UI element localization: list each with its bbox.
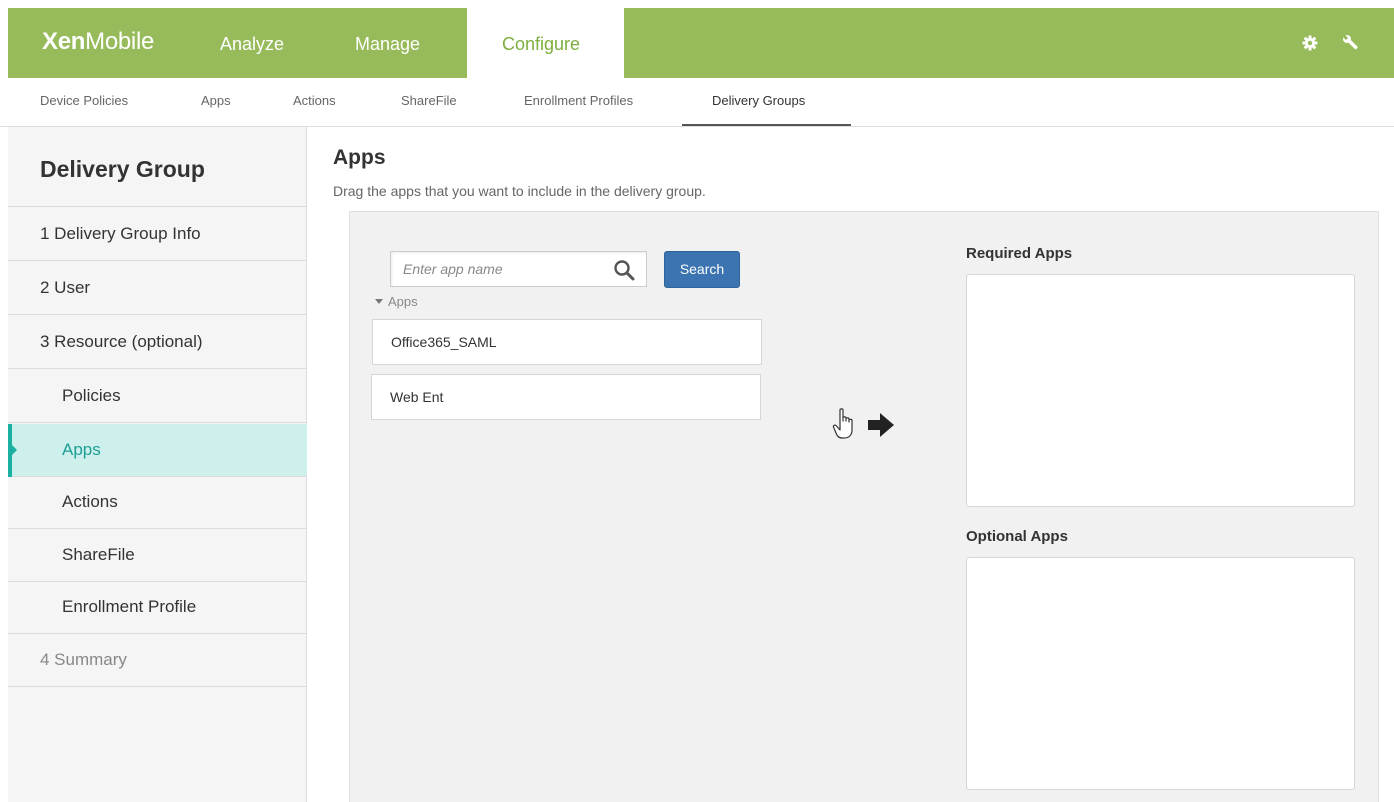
- sidebar-item-label: 1 Delivery Group Info: [40, 224, 201, 243]
- nav-configure[interactable]: Configure: [467, 8, 624, 78]
- page-subtitle: Drag the apps that you want to include i…: [333, 183, 706, 199]
- sidebar-item-label: Policies: [62, 386, 121, 405]
- nav-manage[interactable]: Manage: [355, 34, 420, 55]
- subnav-device-policies[interactable]: Device Policies: [40, 93, 128, 108]
- app-item-label: Web Ent: [390, 389, 444, 405]
- optional-apps-dropzone[interactable]: [966, 557, 1355, 790]
- page-title: Apps: [333, 146, 386, 169]
- divider: [8, 206, 307, 207]
- sidebar-item-label: ShareFile: [62, 545, 135, 564]
- active-tab-underline: [682, 124, 851, 126]
- sidebar-item-summary[interactable]: 4 Summary: [8, 634, 307, 687]
- top-bar: XenMobile Analyze Manage Configure: [8, 8, 1394, 78]
- required-apps-dropzone[interactable]: [966, 274, 1355, 507]
- sidebar-item-actions[interactable]: Actions: [8, 476, 307, 529]
- sidebar-item-label: 3 Resource (optional): [40, 332, 203, 351]
- sidebar-item-user[interactable]: 2 User: [8, 262, 307, 315]
- apps-group-label: Apps: [388, 294, 418, 309]
- sidebar-item-enrollment-profile[interactable]: Enrollment Profile: [8, 581, 307, 634]
- xenmobile-logo[interactable]: XenMobile: [42, 28, 154, 56]
- optional-apps-label: Optional Apps: [966, 528, 1068, 545]
- nav-configure-label: Configure: [502, 34, 581, 54]
- logo-bold: Xen: [42, 28, 86, 55]
- app-item-office365-saml[interactable]: Office365_SAML: [372, 319, 762, 365]
- sidebar-item-label: Actions: [62, 492, 118, 511]
- caret-down-icon: [375, 299, 383, 304]
- wizard-sidebar: Delivery Group 1 Delivery Group Info 2 U…: [8, 127, 307, 802]
- sidebar-item-resource[interactable]: 3 Resource (optional): [8, 316, 307, 369]
- search-box: [390, 251, 647, 287]
- sidebar-item-label: 2 User: [40, 278, 91, 297]
- sidebar-item-policies[interactable]: Policies: [8, 370, 307, 423]
- nav-analyze[interactable]: Analyze: [220, 34, 284, 55]
- sidebar-item-label: Apps: [62, 440, 101, 459]
- arrow-right-icon: [868, 413, 894, 437]
- search-button[interactable]: Search: [664, 251, 740, 288]
- logo-light: Mobile: [85, 28, 155, 55]
- subnav-enrollment-profiles[interactable]: Enrollment Profiles: [524, 93, 633, 108]
- hand-pointer-icon: [832, 408, 853, 439]
- sidebar-item-delivery-group-info[interactable]: 1 Delivery Group Info: [8, 208, 307, 261]
- active-notch: [12, 445, 17, 455]
- drag-hint-icon: [832, 408, 894, 439]
- wrench-icon[interactable]: [1340, 32, 1362, 54]
- required-apps-label: Required Apps: [966, 245, 1073, 262]
- sidebar-title: Delivery Group: [40, 156, 205, 182]
- sidebar-item-label: 4 Summary: [40, 650, 127, 669]
- gear-icon[interactable]: [1299, 32, 1321, 54]
- app-search-input[interactable]: [397, 255, 607, 283]
- sidebar-item-label: Enrollment Profile: [62, 597, 197, 616]
- app-item-label: Office365_SAML: [391, 334, 497, 350]
- sidebar-item-sharefile[interactable]: ShareFile: [8, 529, 307, 582]
- sidebar-item-apps[interactable]: Apps: [8, 424, 307, 477]
- subnav-actions[interactable]: Actions: [293, 93, 336, 108]
- subnav-sharefile[interactable]: ShareFile: [401, 93, 457, 108]
- sub-nav: Device Policies Apps Actions ShareFile E…: [0, 78, 1394, 127]
- app-item-web-ent[interactable]: Web Ent: [371, 374, 761, 420]
- subnav-apps[interactable]: Apps: [201, 93, 231, 108]
- subnav-delivery-groups[interactable]: Delivery Groups: [712, 93, 805, 108]
- search-icon[interactable]: [613, 259, 635, 281]
- apps-group-toggle[interactable]: Apps: [375, 294, 418, 309]
